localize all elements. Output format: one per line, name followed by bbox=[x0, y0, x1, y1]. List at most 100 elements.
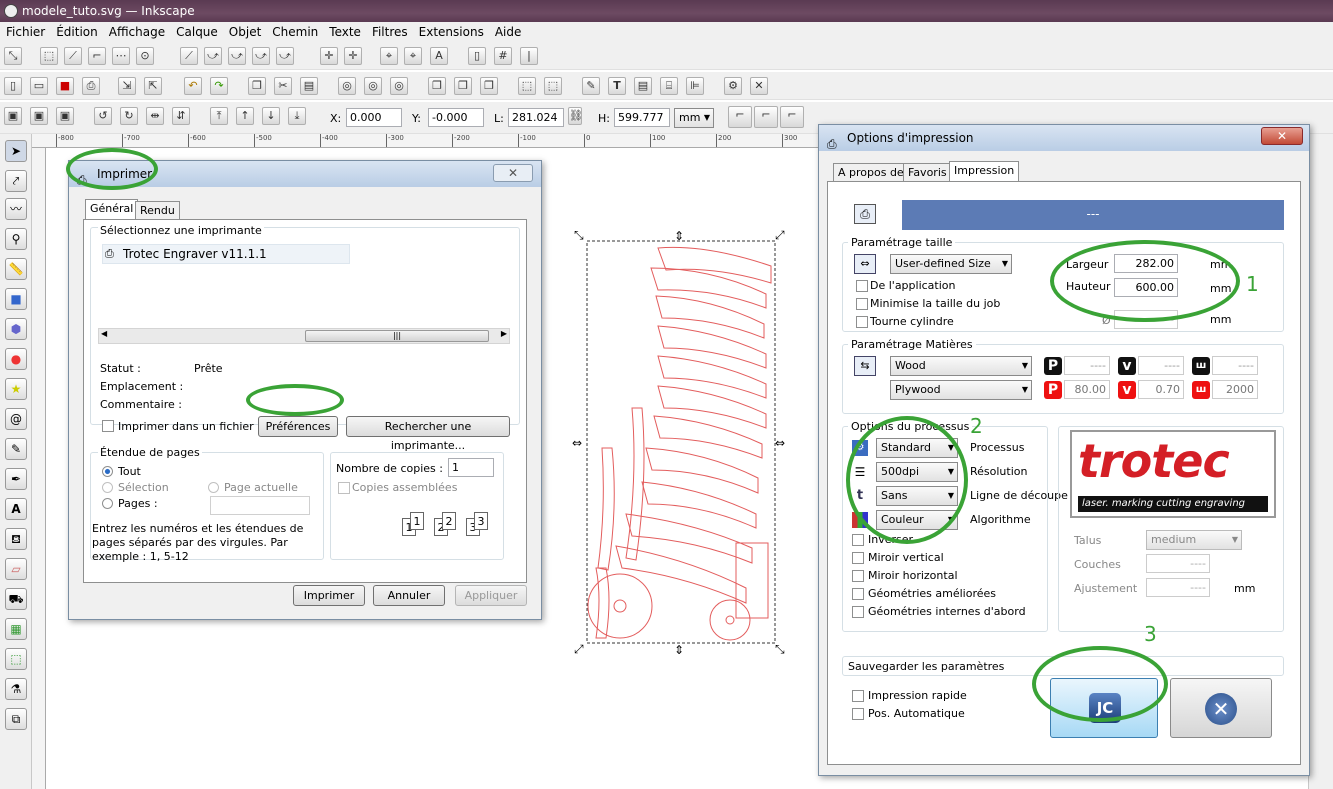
paste-icon[interactable]: ▤ bbox=[300, 77, 318, 95]
lock-ratio-icon[interactable]: ⛓ bbox=[568, 107, 583, 125]
mirror-vertical-checkbox[interactable] bbox=[852, 552, 864, 564]
zoom-tool-icon[interactable]: ⚲ bbox=[5, 228, 27, 250]
snap-grid-icon[interactable]: # bbox=[494, 47, 512, 65]
deselect-icon[interactable]: ▣ bbox=[56, 107, 74, 125]
mesh-tool-icon[interactable]: ⬚ bbox=[5, 648, 27, 670]
preferences-button[interactable]: Préférences bbox=[258, 416, 338, 437]
snap-intersect-icon[interactable]: ⤻ bbox=[228, 47, 246, 65]
copies-field[interactable]: 1 bbox=[448, 458, 494, 477]
apply-button[interactable]: Appliquer bbox=[455, 585, 527, 606]
select-all-icon[interactable]: ▣ bbox=[4, 107, 22, 125]
snap-bbox-icon[interactable]: ⬚ bbox=[40, 47, 58, 65]
snap-corner-icon[interactable]: ⌐ bbox=[88, 47, 106, 65]
rotate-ccw-icon[interactable]: ↺ bbox=[94, 107, 112, 125]
print-button[interactable]: Imprimer bbox=[293, 585, 365, 606]
undo-icon[interactable]: ↶ bbox=[184, 77, 202, 95]
cut-icon[interactable]: ✂ bbox=[274, 77, 292, 95]
snap-guide-icon[interactable]: ⌖ bbox=[404, 47, 422, 65]
snap-midpoint-icon[interactable]: ⋯ bbox=[112, 47, 130, 65]
menu-extensions[interactable]: Extensions bbox=[413, 22, 489, 39]
y-field[interactable]: -0.000 bbox=[428, 108, 484, 127]
rotate-cylinder-checkbox[interactable] bbox=[856, 316, 868, 328]
selector-tool-icon[interactable]: ➤ bbox=[5, 140, 27, 162]
star-tool-icon[interactable]: ★ bbox=[5, 378, 27, 400]
spiral-tool-icon[interactable]: @ bbox=[5, 408, 27, 430]
connector-tool-icon[interactable]: ⧉ bbox=[5, 708, 27, 730]
snap-rotation-icon[interactable]: ✛ bbox=[320, 47, 338, 65]
lower-bottom-icon[interactable]: ⤓ bbox=[288, 107, 306, 125]
menu-calque[interactable]: Calque bbox=[170, 22, 223, 39]
print-to-file-checkbox[interactable] bbox=[102, 420, 114, 432]
lower-icon[interactable]: ↓ bbox=[262, 107, 280, 125]
collate-checkbox[interactable] bbox=[338, 482, 350, 494]
options-close-icon[interactable]: ✕ bbox=[1261, 127, 1303, 145]
snap-path-icon[interactable]: ⤻ bbox=[204, 47, 222, 65]
flip-vertical-icon[interactable]: ⇵ bbox=[172, 107, 190, 125]
tab-impression[interactable]: Impression bbox=[949, 161, 1020, 182]
snap-cusp-icon[interactable]: ⤻ bbox=[276, 47, 294, 65]
spray-tool-icon[interactable]: ⛾ bbox=[5, 528, 27, 550]
align-distribute-icon[interactable]: ⊫ bbox=[686, 77, 704, 95]
x-field[interactable]: 0.000 bbox=[346, 108, 402, 127]
width-field[interactable]: 281.024 bbox=[508, 108, 564, 127]
menu-edition[interactable]: Édition bbox=[50, 22, 103, 39]
menu-filtres[interactable]: Filtres bbox=[366, 22, 413, 39]
unit-select[interactable]: mm bbox=[674, 108, 714, 128]
range-current-radio[interactable] bbox=[208, 482, 219, 493]
node-tool-icon[interactable]: ⤤ bbox=[5, 170, 27, 192]
clone-icon[interactable]: ❐ bbox=[454, 77, 472, 95]
pages-input[interactable] bbox=[210, 496, 310, 515]
snap-nodes-icon[interactable]: ⟋ bbox=[180, 47, 198, 65]
raise-icon[interactable]: ↑ bbox=[236, 107, 254, 125]
snap-smooth-icon[interactable]: ⤻ bbox=[252, 47, 270, 65]
mirror-horizontal-checkbox[interactable] bbox=[852, 570, 864, 582]
import-icon[interactable]: ⇲ bbox=[118, 77, 136, 95]
document-properties-icon[interactable]: ✕ bbox=[750, 77, 768, 95]
printer-list-scrollbar[interactable]: ||| ◀ ▶ bbox=[98, 328, 510, 344]
menu-texte[interactable]: Texte bbox=[323, 22, 366, 39]
export-icon[interactable]: ⇱ bbox=[144, 77, 162, 95]
snap-text-icon[interactable]: A bbox=[430, 47, 448, 65]
speed-field[interactable]: 0.70 bbox=[1138, 380, 1184, 399]
menu-fichier[interactable]: Fichier bbox=[0, 22, 50, 39]
3d-box-tool-icon[interactable]: ⬢ bbox=[5, 318, 27, 340]
flip-horizontal-icon[interactable]: ⇹ bbox=[146, 107, 164, 125]
zoom-selection-icon[interactable]: ◎ bbox=[338, 77, 356, 95]
xml-editor-icon[interactable]: ⌸ bbox=[660, 77, 678, 95]
scale-corners-icon[interactable]: ⌐ bbox=[754, 106, 778, 128]
snap-page-icon[interactable]: ▯ bbox=[468, 47, 486, 65]
size-select[interactable]: User-defined Size bbox=[890, 254, 1012, 274]
talus-select[interactable]: medium bbox=[1146, 530, 1242, 550]
gradient-tool-icon[interactable]: ▦ bbox=[5, 618, 27, 640]
range-pages-radio[interactable] bbox=[102, 498, 113, 509]
duplicate-icon[interactable]: ❐ bbox=[428, 77, 446, 95]
eraser-tool-icon[interactable]: ▱ bbox=[5, 558, 27, 580]
height-field[interactable]: 599.777 bbox=[614, 108, 670, 127]
snap-text-baseline-icon[interactable]: ⌖ bbox=[380, 47, 398, 65]
tweak-tool-icon[interactable]: 〰 bbox=[5, 198, 27, 220]
snap-object-center-icon[interactable]: ✛ bbox=[344, 47, 362, 65]
preferences-icon[interactable]: ⚙ bbox=[724, 77, 742, 95]
cancel-button[interactable]: Annuler bbox=[373, 585, 445, 606]
snap-guides-icon[interactable]: | bbox=[520, 47, 538, 65]
ungroup-icon[interactable]: ⬚ bbox=[544, 77, 562, 95]
print-icon[interactable]: ⎙ bbox=[82, 77, 100, 95]
enhanced-geometry-checkbox[interactable] bbox=[852, 588, 864, 600]
range-selection-radio[interactable] bbox=[102, 482, 113, 493]
text-font-icon[interactable]: T bbox=[608, 77, 626, 95]
rectangle-tool-icon[interactable]: ■ bbox=[5, 288, 27, 310]
tab-favorites[interactable]: Favoris bbox=[903, 163, 952, 182]
save-icon[interactable]: ■ bbox=[56, 77, 74, 95]
pen-tool-icon[interactable]: ✒ bbox=[5, 468, 27, 490]
open-icon[interactable]: ▭ bbox=[30, 77, 48, 95]
new-document-icon[interactable]: ▯ bbox=[4, 77, 22, 95]
find-printer-button[interactable]: Rechercher une imprimante... bbox=[346, 416, 510, 452]
redo-icon[interactable]: ↷ bbox=[210, 77, 228, 95]
material-select[interactable]: Wood bbox=[890, 356, 1032, 376]
snap-toggle-icon[interactable]: ⤡ bbox=[4, 47, 22, 65]
rotate-cw-icon[interactable]: ↻ bbox=[120, 107, 138, 125]
ellipse-tool-icon[interactable]: ● bbox=[5, 348, 27, 370]
pencil-tool-icon[interactable]: ✎ bbox=[5, 438, 27, 460]
inner-geometry-first-checkbox[interactable] bbox=[852, 606, 864, 618]
scroll-left-icon[interactable]: ◀ bbox=[101, 329, 107, 338]
